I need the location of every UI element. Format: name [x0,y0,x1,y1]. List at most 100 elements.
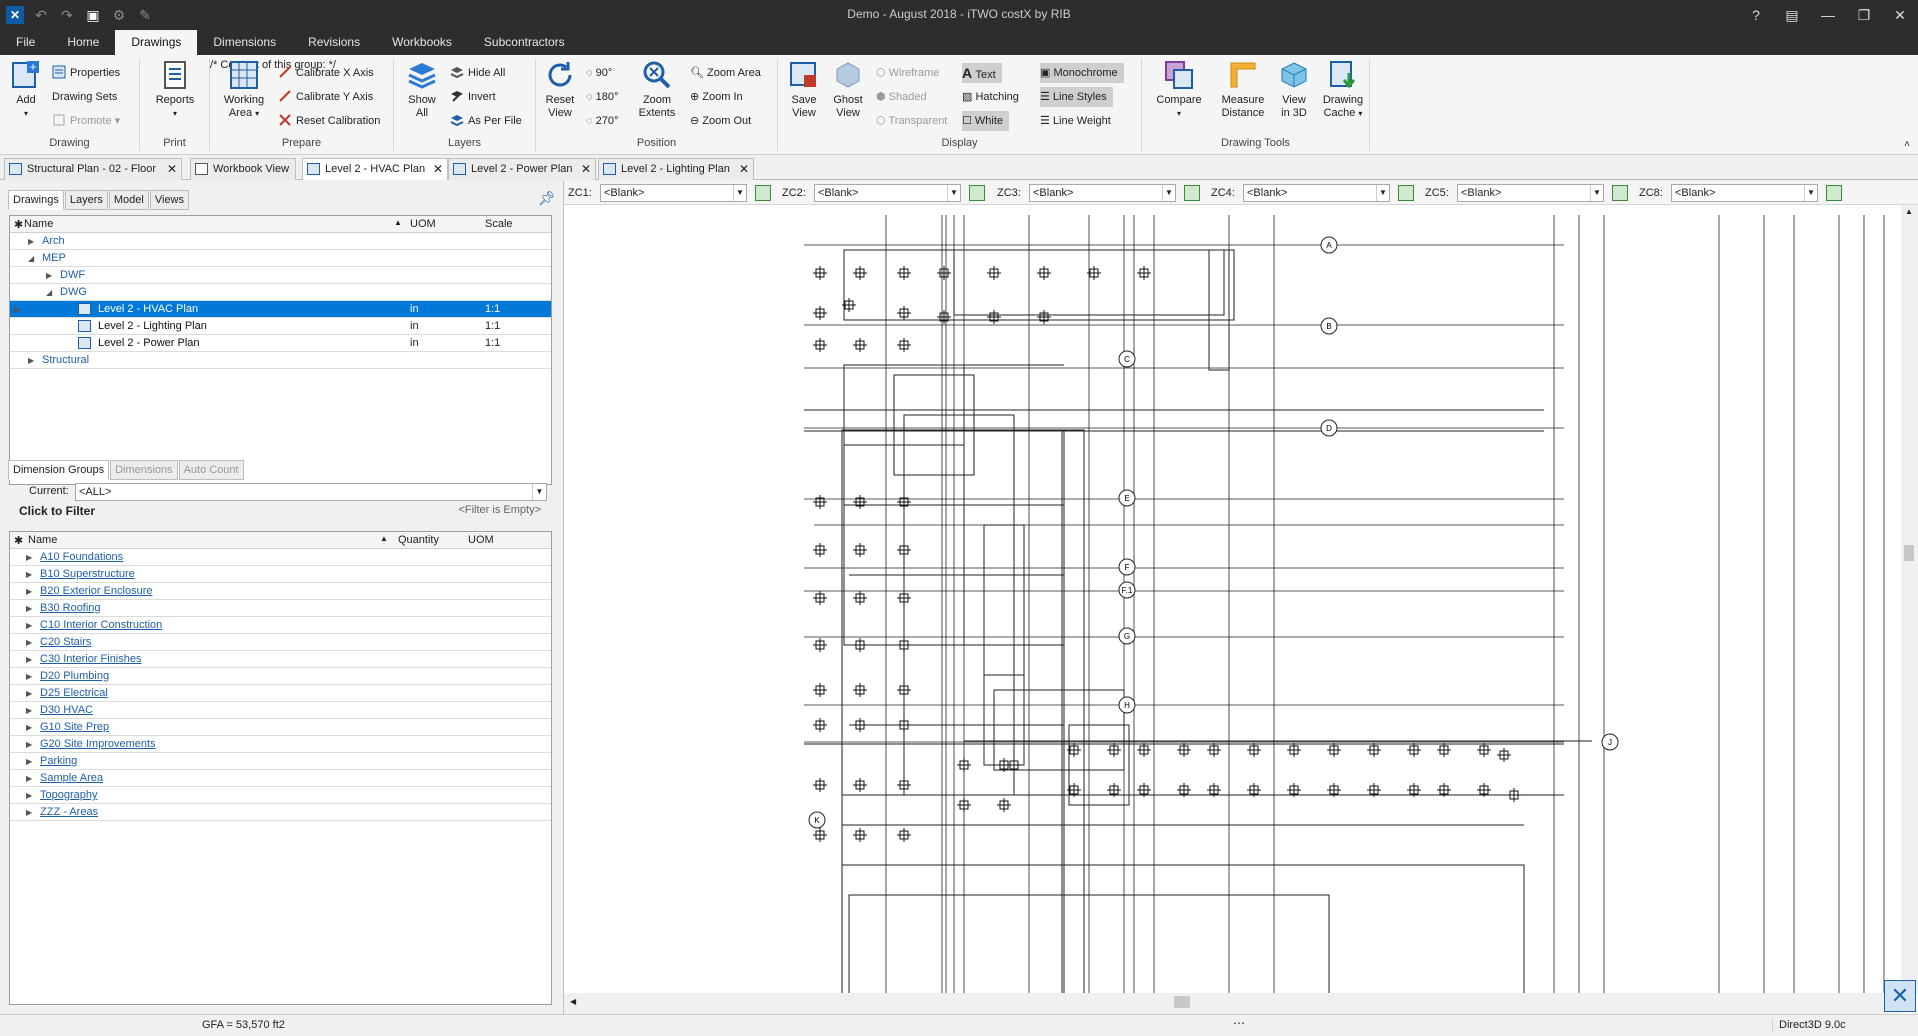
expand-icon[interactable]: ▶ [26,702,32,719]
tab-model-panel[interactable]: Model [108,190,149,210]
expand-icon[interactable]: ▶ [26,804,32,821]
maximize-button[interactable]: ❐ [1846,0,1882,30]
dimension-group-row[interactable]: ▶ B10 Superstructure [10,566,551,583]
tab-workbooks[interactable]: Workbooks [376,30,468,55]
show-all-layers-button[interactable]: Show All [402,59,442,120]
tree-item-dwf[interactable]: ▶ DWF [10,267,551,284]
white-toggle[interactable]: ☐ White [962,111,1010,131]
dimension-group-row[interactable]: ▶ Parking [10,753,551,770]
compare-button[interactable]: Compare ▾ [1154,59,1204,120]
collapse-ribbon-icon[interactable]: ˄ [1904,139,1910,150]
view-in-3d-button[interactable]: View in 3D [1272,59,1316,120]
measure-distance-button[interactable]: Measure Distance [1218,59,1268,120]
expand-icon[interactable]: ▶ [28,233,34,250]
zc4-filter-icon[interactable] [1398,185,1414,201]
zoom-area-button[interactable]: 🔍︎ Zoom Area [690,63,761,83]
tab-layers-panel[interactable]: Layers [64,190,108,210]
rotate-270-button[interactable]: ◌ 270° [586,111,618,131]
expand-icon[interactable]: ▶ [26,651,32,668]
scroll-left-icon[interactable]: ◀ [570,997,576,1006]
expand-icon[interactable]: ▶ [26,566,32,583]
column-name[interactable]: Name [24,218,53,230]
calibrate-y-button[interactable]: Calibrate Y Axis [278,87,373,107]
close-tab-icon[interactable]: ✕ [739,159,749,179]
chevron-down-icon[interactable]: ▼ [1804,185,1817,201]
hatching-toggle[interactable]: ▨ Hatching [962,87,1019,107]
expand-icon[interactable]: ▶ [26,634,32,651]
reset-view-button[interactable]: Reset View [540,59,580,120]
click-to-filter[interactable]: Click to Filter [19,504,95,518]
expand-icon[interactable]: ▶ [26,736,32,753]
doc-tab-structural-plan[interactable]: Structural Plan - 02 - Floor ✕ [4,158,182,180]
collapse-icon[interactable]: ◢ [28,250,34,267]
line-weight-toggle[interactable]: ☰ Line Weight [1040,111,1111,131]
dimension-group-row[interactable]: ▶ B30 Roofing [10,600,551,617]
doc-tab-lighting-plan[interactable]: Level 2 - Lighting Plan ✕ [598,158,754,180]
column-scale[interactable]: Scale [485,218,513,230]
reports-button[interactable]: Reports ▾ [150,59,200,120]
collapse-icon[interactable]: ◢ [46,284,52,301]
floor-plan-drawing[interactable]: A B C D E F F.1 G H J K [564,205,1902,993]
expand-icon[interactable]: ▶ [26,719,32,736]
vertical-scroll-thumb[interactable] [1904,545,1914,561]
doc-tab-power-plan[interactable]: Level 2 - Power Plan ✕ [448,158,596,180]
drawing-viewer[interactable]: ZC1: <Blank> ▼ ZC2: <Blank> ▼ ZC3: <Blank> ▼ Z… [563,181,1918,1014]
tab-subcontractors[interactable]: Subcontractors [468,30,581,55]
horizontal-scroll-thumb[interactable] [1174,996,1190,1008]
tab-drawings[interactable]: Drawings [115,30,198,55]
tab-dimensions[interactable]: Dimensions [110,460,178,480]
tab-dimension-groups[interactable]: Dimension Groups [8,460,110,480]
promote-button[interactable]: Promote ▾ [52,111,120,131]
as-per-file-layers-button[interactable]: As Per File [450,111,522,131]
expand-icon[interactable]: ▶ [26,770,32,787]
tree-item-arch[interactable]: ▶ Arch [10,233,551,250]
help-icon[interactable]: ? [1738,0,1774,30]
tree-item-mep[interactable]: ◢ MEP [10,250,551,267]
drawing-sets-button[interactable]: Drawing Sets [52,87,117,107]
column-uom[interactable]: UOM [410,218,436,230]
dimension-group-row[interactable]: ▶ C20 Stairs [10,634,551,651]
tree-item-power-plan[interactable]: Level 2 - Power Plan in 1:1 [10,335,551,352]
dimension-group-row[interactable]: ▶ C30 Interior Finishes [10,651,551,668]
expand-icon[interactable]: ▶ [26,583,32,600]
tree-item-lighting-plan[interactable]: Level 2 - Lighting Plan in 1:1 [10,318,551,335]
close-tab-icon[interactable]: ✕ [581,159,591,179]
zc5-select[interactable]: <Blank> ▼ [1457,184,1604,202]
dimension-group-row[interactable]: ▶ Topography [10,787,551,804]
dimension-group-row[interactable]: ▶ Sample Area [10,770,551,787]
zc8-filter-icon[interactable] [1826,185,1842,201]
chevron-down-icon[interactable]: ▼ [1590,185,1603,201]
dimension-group-row[interactable]: ▶ D20 Plumbing [10,668,551,685]
expand-icon[interactable]: ▶ [26,753,32,770]
chevron-down-icon[interactable]: ▼ [1376,185,1389,201]
restore-panels-icon[interactable]: ▤ [1774,0,1810,30]
expand-icon[interactable]: ▶ [26,668,32,685]
zc5-filter-icon[interactable] [1612,185,1628,201]
close-button[interactable]: ✕ [1882,0,1918,30]
column-quantity[interactable]: Quantity [398,534,439,546]
column-dim-uom[interactable]: UOM [468,534,494,546]
panel-splitter[interactable] [556,181,562,1014]
reset-calibration-button[interactable]: Reset Calibration [278,111,380,131]
zc4-select[interactable]: <Blank> ▼ [1243,184,1390,202]
doc-tab-workbook-view[interactable]: Workbook View [190,158,296,180]
dimension-group-row[interactable]: ▶ D25 Electrical [10,685,551,702]
add-drawing-button[interactable]: + Add ▾ [6,59,46,120]
dimension-group-row[interactable]: ▶ C10 Interior Construction [10,617,551,634]
tab-file[interactable]: File [0,30,52,55]
tab-home[interactable]: Home [51,30,115,55]
vertical-scrollbar[interactable]: ▲ ▼ [1901,205,1918,993]
horizontal-scrollbar[interactable]: ◀ ▶ [564,993,1902,1014]
close-tab-icon[interactable]: ✕ [167,159,177,179]
line-styles-toggle[interactable]: ☰ Line Styles [1040,87,1113,107]
expand-icon[interactable]: ▶ [26,685,32,702]
save-view-button[interactable]: Save View [784,59,824,120]
minimize-button[interactable]: — [1810,0,1846,30]
doc-tab-hvac-plan[interactable]: Level 2 - HVAC Plan ✕ [302,158,448,180]
shaded-button[interactable]: ⬢ Shaded [876,87,927,107]
drawing-cache-button[interactable]: Drawing Cache ▾ [1318,59,1368,120]
chevron-down-icon[interactable]: ▼ [532,484,546,500]
chevron-down-icon[interactable]: ▼ [1162,185,1175,201]
transparent-button[interactable]: ⬡ Transparent [876,111,947,131]
dimension-group-row[interactable]: ▶ ZZZ - Areas [10,804,551,821]
